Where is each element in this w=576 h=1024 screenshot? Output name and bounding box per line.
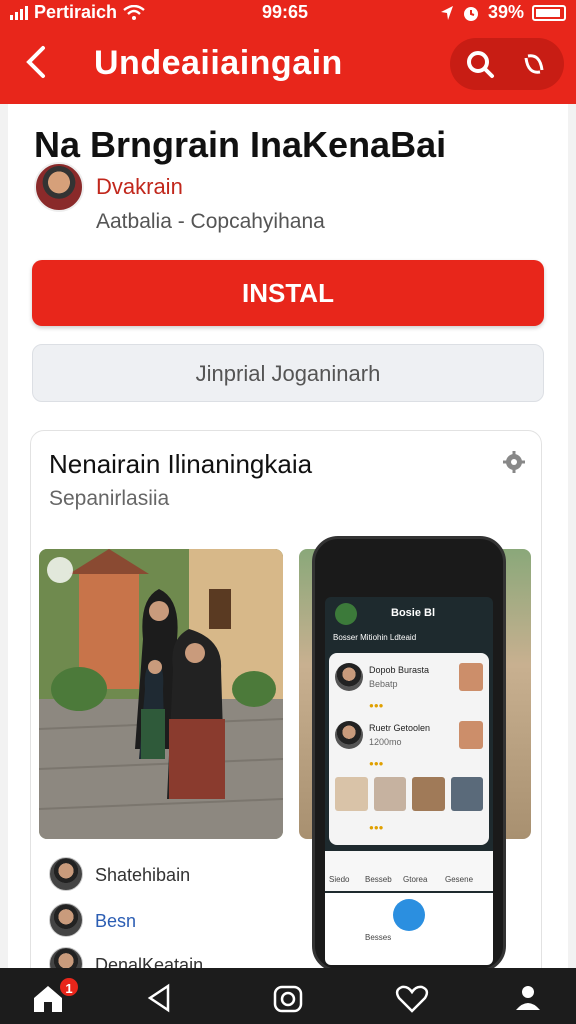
notification-badge: 1: [58, 976, 80, 998]
install-button[interactable]: INSTAL: [32, 260, 544, 326]
contact-name: Besn: [95, 911, 137, 931]
camera-button[interactable]: [268, 978, 308, 1018]
tab-label[interactable]: Gtorea: [403, 875, 427, 884]
top-bar: Pertiraich 99:65 39% Undeaiiaingain: [0, 0, 576, 104]
battery-percent: 39%: [487, 2, 524, 22]
reaction-icons: ●●●: [369, 701, 384, 710]
phone-title: Bosie Bl: [391, 607, 436, 619]
tab-label[interactable]: Besseb: [365, 875, 392, 884]
header-actions: [450, 38, 564, 90]
wifi-icon: [123, 4, 145, 20]
feed-title: Ruetr Getoolen: [369, 723, 431, 733]
contact-name: Shatehibain: [95, 865, 191, 885]
app-meta: Aatbalia - Copcahyihana: [96, 210, 325, 233]
share-button[interactable]: [514, 44, 554, 84]
feed-title: Dopob Burasta: [369, 665, 430, 675]
heart-icon: [395, 985, 429, 1013]
list-item[interactable]: Shatehibain: [49, 857, 279, 893]
expand-icon[interactable]: [47, 557, 73, 583]
gear-icon: [503, 451, 525, 473]
location-icon: [440, 5, 453, 20]
chevron-left-icon: [26, 46, 45, 78]
signal-icon: [10, 5, 28, 20]
alarm-icon: [463, 6, 478, 21]
secondary-button[interactable]: Jinprial Joganinarh: [32, 344, 544, 402]
search-icon: [467, 51, 494, 78]
status-bar: Pertiraich 99:65 39%: [0, 0, 576, 26]
status-time: 99:65: [262, 2, 309, 22]
phone-screen: Bosie Bl Bosser Mitiohin Ldteaid Dopob B…: [325, 597, 493, 965]
feed-meta: Bebatp: [369, 679, 398, 689]
phone-bottom-bar: Besses: [325, 893, 493, 965]
screenshot-thumbnail[interactable]: [39, 549, 283, 839]
phone-tab-bar: Siedo Besseb Gtorea Gesene: [325, 851, 493, 891]
card-title: Nenairain Ilinaningkaia: [49, 449, 313, 479]
feed-meta: 1200mo: [369, 737, 402, 747]
back-button[interactable]: [16, 42, 56, 86]
family-photo: [39, 549, 283, 839]
developer-avatar[interactable]: [34, 162, 84, 212]
battery-icon: [532, 4, 566, 21]
avatar: [335, 663, 363, 691]
app-header: Undeaiiaingain: [0, 34, 576, 98]
carrier-label: Pertiraich: [34, 2, 118, 22]
reaction-icons: ●●●: [369, 759, 384, 768]
bottom-nav: [0, 968, 576, 1024]
avatar: [335, 721, 363, 749]
thumbnail: [459, 663, 483, 691]
triangle-back-icon: [147, 983, 170, 1013]
favorites-button[interactable]: [392, 978, 432, 1018]
phone-feed: Dopob Burasta Bebatp ●●● Ruetr Getoolen …: [329, 653, 489, 845]
tab-label[interactable]: Gesene: [445, 875, 473, 884]
app-title: Na Brngrain InaKenaBai: [34, 124, 447, 165]
reaction-icons: ●●●: [369, 823, 384, 832]
settings-button[interactable]: [501, 449, 527, 475]
page-title: Undeaiiaingain: [94, 44, 343, 82]
back-nav-button[interactable]: [140, 978, 180, 1018]
compose-button[interactable]: [393, 899, 425, 931]
photo-strip: [335, 777, 483, 811]
tab-label[interactable]: Siedo: [329, 875, 349, 884]
phone-header: Bosie Bl Bosser Mitiohin Ldteaid: [325, 597, 493, 653]
refresh-icon: [524, 54, 544, 74]
card-subtitle: Sepanirlasiia: [49, 487, 170, 510]
search-button[interactable]: [460, 44, 500, 84]
avatar: [49, 857, 83, 891]
feed-item[interactable]: Ruetr Getoolen 1200mo: [335, 717, 483, 757]
developer-link[interactable]: Dvakrain: [96, 174, 183, 200]
avatar: [49, 903, 83, 937]
camera-icon: [273, 985, 303, 1013]
thumbnail: [459, 721, 483, 749]
phone-mockup: Bosie Bl Bosser Mitiohin Ldteaid Dopob B…: [312, 536, 506, 972]
list-item[interactable]: Besn: [49, 903, 279, 939]
profile-button[interactable]: [508, 978, 548, 1018]
person-icon: [516, 986, 540, 1010]
feed-item[interactable]: Dopob Burasta Bebatp: [335, 659, 483, 699]
bottom-label: Besses: [365, 933, 392, 942]
phone-subheader: Bosser Mitiohin Ldteaid: [333, 633, 417, 642]
avatar: [335, 603, 357, 625]
